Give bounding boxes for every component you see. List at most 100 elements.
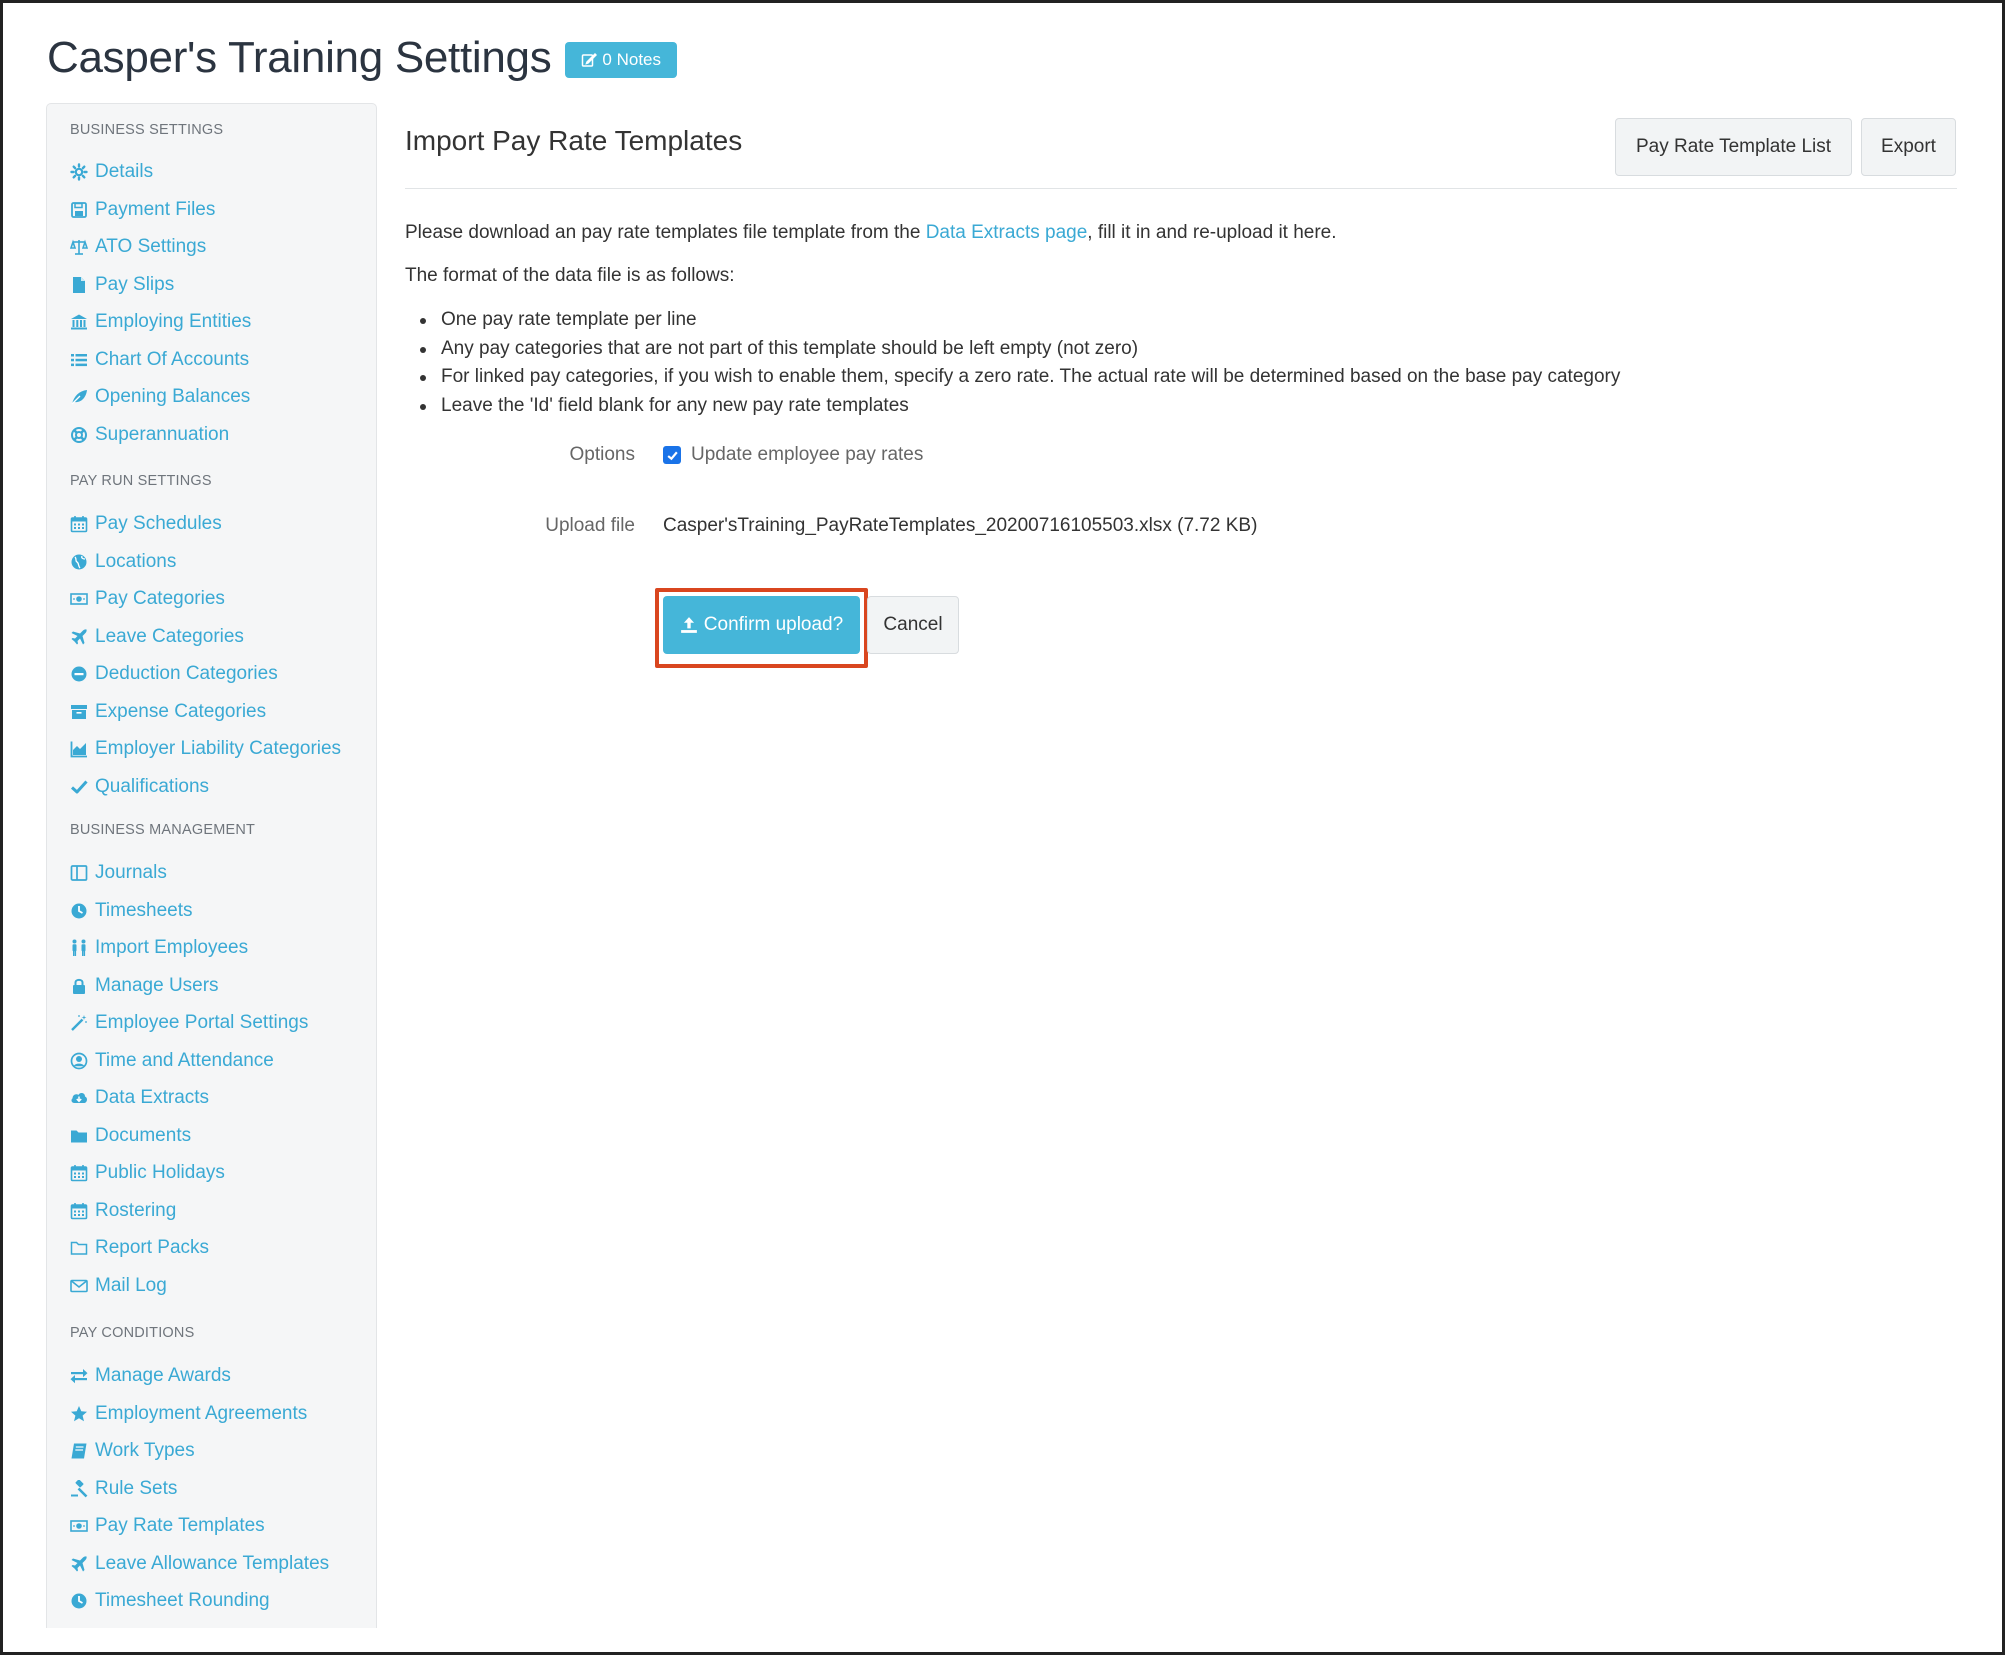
update-pay-rates-checkbox[interactable]	[663, 446, 681, 464]
sidebar-item-pay-rate-templates[interactable]: Pay Rate Templates	[69, 1511, 265, 1541]
sidebar-item-import-employees[interactable]: Import Employees	[69, 933, 248, 963]
user-circle-icon	[69, 1051, 89, 1071]
sidebar-item-label: Public Holidays	[95, 1162, 225, 1183]
archive-icon	[69, 702, 89, 722]
sidebar-item-journals[interactable]: Journals	[69, 858, 167, 888]
sidebar-section-heading: BUSINESS SETTINGS	[70, 122, 224, 138]
format-rule-item: Leave the 'Id' field blank for any new p…	[405, 392, 1620, 421]
export-button[interactable]: Export	[1861, 118, 1956, 176]
format-rule-item: For linked pay categories, if you wish t…	[405, 363, 1620, 392]
sidebar-item-employment-agreements[interactable]: Employment Agreements	[69, 1399, 307, 1429]
check-icon	[69, 777, 89, 797]
sidebar-item-label: Mail Log	[95, 1274, 167, 1296]
sidebar-item-opening-balances[interactable]: Opening Balances	[69, 382, 250, 412]
sidebar-item-employing-entities[interactable]: Employing Entities	[69, 307, 251, 337]
notes-button[interactable]: 0 Notes	[565, 42, 678, 78]
edit-icon	[582, 52, 598, 67]
sidebar-item-work-types[interactable]: Work Types	[69, 1436, 195, 1466]
calendar-icon	[69, 514, 89, 534]
sidebar-item-label: Rostering	[95, 1199, 177, 1221]
sidebar-item-employer-liability-categories[interactable]: Employer Liability Categories	[69, 734, 341, 764]
sidebar-item-chart-of-accounts[interactable]: Chart Of Accounts	[69, 345, 249, 375]
sidebar-item-mail-log[interactable]: Mail Log	[69, 1271, 167, 1301]
import-title: Import Pay Rate Templates	[405, 125, 743, 156]
money-icon	[69, 589, 89, 609]
sidebar-item-label: Qualifications	[95, 775, 210, 797]
lock-icon	[69, 976, 89, 996]
sidebar-item-label: Report Packs	[95, 1237, 210, 1258]
gear-icon	[69, 162, 89, 182]
sidebar-item-label: Employment Agreements	[95, 1402, 308, 1424]
sidebar-item-locations[interactable]: Locations	[69, 547, 176, 577]
update-pay-rates-label: Update employee pay rates	[691, 444, 924, 465]
confirm-upload-label: Confirm upload?	[703, 614, 844, 635]
scales-icon	[69, 237, 89, 257]
sidebar-item-label: Import Employees	[95, 937, 249, 958]
sidebar-item-label: Expense Categories	[95, 700, 267, 722]
list-icon	[69, 350, 89, 370]
sidebar-item-label: Rule Sets	[95, 1477, 178, 1499]
sidebar-item-timesheets[interactable]: Timesheets	[69, 896, 193, 926]
sidebar-item-time-and-attendance[interactable]: Time and Attendance	[69, 1046, 274, 1076]
pay-rate-template-list-button[interactable]: Pay Rate Template List	[1615, 118, 1852, 176]
sidebar-item-qualifications[interactable]: Qualifications	[69, 772, 209, 802]
sidebar-item-leave-allowance-templates[interactable]: Leave Allowance Templates	[69, 1549, 329, 1579]
exchange-icon	[69, 1366, 89, 1386]
sidebar-item-rostering[interactable]: Rostering	[69, 1196, 176, 1226]
sidebar-item-label: Chart Of Accounts	[95, 348, 250, 370]
sidebar-item-data-extracts[interactable]: Data Extracts	[69, 1083, 209, 1113]
sidebar-item-timesheet-rounding[interactable]: Timesheet Rounding	[69, 1586, 270, 1616]
cancel-button[interactable]: Cancel	[867, 596, 959, 654]
sidebar-item-superannuation[interactable]: Superannuation	[69, 420, 229, 450]
sidebar-item-rule-sets[interactable]: Rule Sets	[69, 1474, 177, 1504]
uploaded-file-name: Casper'sTraining_PayRateTemplates_202007…	[663, 515, 1258, 536]
sidebar-item-deduction-categories[interactable]: Deduction Categories	[69, 659, 278, 689]
confirm-upload-button[interactable]: Confirm upload?	[663, 596, 860, 654]
columns-icon	[69, 863, 89, 883]
page-header: Casper's Training Settings 0 Notes	[47, 28, 678, 88]
sidebar-item-label: Timesheets	[95, 899, 193, 921]
sidebar-item-pay-slips[interactable]: Pay Slips	[69, 270, 174, 300]
sidebar-item-details[interactable]: Details	[69, 157, 153, 187]
sidebar-item-label: Manage Users	[95, 974, 219, 996]
notes-label: 0 Notes	[602, 50, 662, 69]
calendar-icon	[69, 1163, 89, 1183]
options-label: Options	[569, 444, 635, 465]
sidebar-item-manage-users[interactable]: Manage Users	[69, 971, 219, 1001]
sidebar-item-label: ATO Settings	[95, 236, 207, 257]
intro-text: Please download an pay rate templates fi…	[405, 222, 1337, 243]
calendar-icon	[69, 1201, 89, 1221]
people-icon	[69, 938, 89, 958]
sidebar-item-pay-schedules[interactable]: Pay Schedules	[69, 509, 222, 539]
format-rule-item: Any pay categories that are not part of …	[405, 335, 1620, 364]
format-intro: The format of the data file is as follow…	[405, 265, 735, 286]
lifebuoy-icon	[69, 425, 89, 445]
sidebar-section-heading: BUSINESS MANAGEMENT	[70, 822, 256, 838]
sidebar-item-label: Opening Balances	[95, 386, 251, 407]
sidebar-item-report-packs[interactable]: Report Packs	[69, 1233, 209, 1263]
sidebar-item-label: Leave Allowance Templates	[95, 1552, 330, 1574]
update-pay-rates-option[interactable]: Update employee pay rates	[663, 444, 923, 466]
data-extracts-link[interactable]: Data Extracts page	[926, 222, 1088, 243]
folder-open-icon	[69, 1238, 89, 1258]
plane-icon	[69, 1554, 89, 1574]
sidebar-item-employee-portal-settings[interactable]: Employee Portal Settings	[69, 1008, 308, 1038]
sidebar-item-public-holidays[interactable]: Public Holidays	[69, 1158, 225, 1188]
sidebar-item-ato-settings[interactable]: ATO Settings	[69, 232, 206, 262]
sidebar-item-payment-files[interactable]: Payment Files	[69, 195, 215, 225]
sidebar-item-manage-awards[interactable]: Manage Awards	[69, 1361, 231, 1391]
clock-icon	[69, 901, 89, 921]
sidebar-item-label: Employer Liability Categories	[95, 738, 342, 759]
plane-icon	[69, 627, 89, 647]
sidebar-item-pay-categories[interactable]: Pay Categories	[69, 584, 225, 614]
sidebar-item-label: Deduction Categories	[95, 663, 278, 684]
sidebar-item-label: Superannuation	[95, 423, 230, 445]
wand-icon	[69, 1013, 89, 1033]
sidebar-section-heading: PAY RUN SETTINGS	[70, 473, 212, 489]
sidebar-item-expense-categories[interactable]: Expense Categories	[69, 697, 266, 727]
leaf-icon	[69, 387, 89, 407]
sidebar-item-documents[interactable]: Documents	[69, 1121, 191, 1151]
sidebar-item-leave-categories[interactable]: Leave Categories	[69, 622, 244, 652]
format-rules-list: One pay rate template per line Any pay ca…	[405, 306, 1620, 420]
sidebar-item-label: Documents	[95, 1124, 192, 1146]
